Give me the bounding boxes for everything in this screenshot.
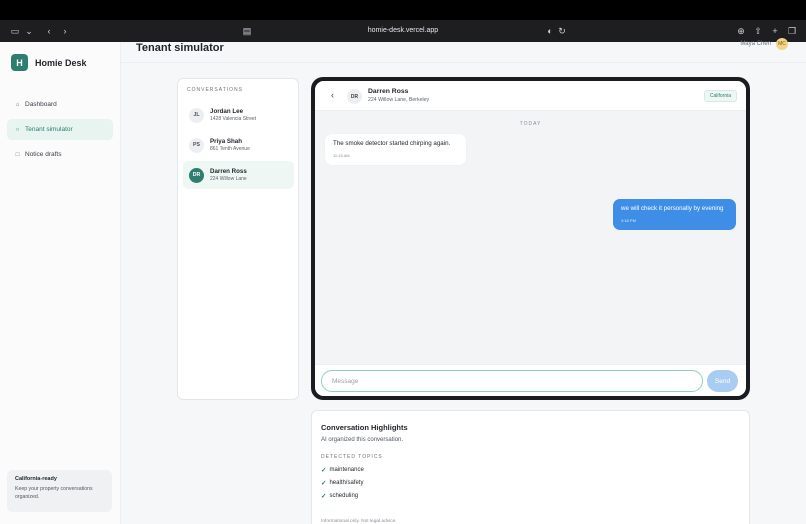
- status-badge: California: [703, 90, 737, 102]
- chat-header: ‹ DR Darren Ross 224 Willow Lane, Berkel…: [315, 81, 746, 111]
- promo-card: California-ready Keep your property conv…: [7, 470, 112, 512]
- header-divider: [121, 62, 806, 63]
- conversation-item-darren-ross[interactable]: DR Darren Ross 224 Willow Lane: [183, 161, 294, 189]
- new-tab-icon[interactable]: +: [768, 24, 782, 38]
- phone-frame: ‹ DR Darren Ross 224 Willow Lane, Berkel…: [311, 77, 750, 400]
- conversation-name: Jordan Lee: [210, 108, 244, 115]
- conversation-item-priya-shah[interactable]: PS Priya Shah 861 Tenth Avenue: [183, 131, 294, 159]
- avatar: DR: [189, 167, 204, 183]
- download-icon[interactable]: ⊕: [734, 24, 748, 38]
- check-icon: ✓: [321, 480, 327, 487]
- app-name: Homie Desk: [35, 57, 87, 68]
- message-text: The smoke detector started chirping agai…: [333, 140, 451, 147]
- reload-icon[interactable]: ↻: [555, 24, 569, 38]
- topic-item: ✓ scheduling: [321, 492, 358, 500]
- sidebar-item-tenant-simulator[interactable]: ○ Tenant simulator: [7, 119, 113, 140]
- conversation-name: Priya Shah: [210, 138, 242, 145]
- screen-top-bar: [0, 0, 806, 20]
- topic-label: health/safety: [329, 480, 364, 486]
- promo-title: California-ready: [15, 476, 57, 482]
- highlights-card: Conversation Highlights AI organized thi…: [311, 410, 750, 524]
- user-menu[interactable]: Maya Chen MC: [740, 38, 788, 50]
- topic-item: ✓ health/safety: [321, 479, 363, 487]
- topic-item: ✓ maintenance: [321, 466, 364, 474]
- conversation-name: Darren Ross: [210, 168, 247, 175]
- message-time: 3:18 PM: [621, 218, 636, 223]
- message-time: 11:15 AM: [333, 153, 350, 158]
- chevron-down-icon[interactable]: ⌄: [22, 24, 36, 38]
- address-bar[interactable]: homie-desk.vercel.app: [300, 25, 506, 37]
- check-icon: ✓: [321, 493, 327, 500]
- message-input[interactable]: [321, 370, 703, 392]
- app-logo: H: [11, 54, 28, 71]
- highlights-title: Conversation Highlights: [321, 423, 408, 432]
- home-icon: ⌂: [15, 101, 20, 108]
- send-button[interactable]: Send: [707, 370, 738, 392]
- back-chevron-icon[interactable]: ‹: [331, 90, 334, 100]
- contact-name: Darren Ross: [368, 88, 409, 95]
- check-icon: ✓: [321, 467, 327, 474]
- document-icon: □: [15, 151, 20, 158]
- back-arrow-icon[interactable]: ‹: [42, 24, 56, 38]
- phone-screen: ‹ DR Darren Ross 224 Willow Lane, Berkel…: [315, 81, 746, 396]
- disclaimer: Informational only. Not legal advice.: [321, 519, 397, 524]
- sidebar-item-label: Dashboard: [25, 101, 57, 108]
- sidebar-nav: ⌂ Dashboard ○ Tenant simulator □ Notice …: [7, 94, 113, 169]
- avatar: JL: [189, 107, 204, 123]
- conversation-address: 1428 Valencia Street: [210, 116, 257, 122]
- contact-address: 224 Willow Lane, Berkeley: [368, 97, 430, 103]
- page-menu-icon[interactable]: ▤: [240, 24, 254, 38]
- sidebar: H Homie Desk ⌂ Dashboard ○ Tenant simula…: [0, 42, 121, 524]
- topic-label: maintenance: [329, 467, 364, 473]
- share-icon[interactable]: ⇧: [751, 24, 765, 38]
- sidebar-item-dashboard[interactable]: ⌂ Dashboard: [7, 94, 113, 115]
- topics-heading: DETECTED TOPICS: [321, 454, 383, 460]
- user-name: Maya Chen: [740, 41, 771, 47]
- page-title: Tenant simulator: [136, 42, 224, 54]
- outgoing-message: we will check it personally by evening 3…: [613, 199, 736, 230]
- circle-icon: ○: [15, 126, 20, 133]
- avatar: DR: [347, 89, 362, 104]
- avatar: PS: [189, 137, 204, 153]
- sidebar-item-notice-drafts[interactable]: □ Notice drafts: [7, 144, 113, 165]
- sidebar-item-label: Notice drafts: [25, 151, 62, 158]
- chat-thread[interactable]: TODAY The smoke detector started chirpin…: [315, 111, 746, 364]
- conversation-address: 861 Tenth Avenue: [210, 146, 250, 152]
- forward-arrow-icon[interactable]: ›: [58, 24, 72, 38]
- browser-toolbar: ▭ ⌄ ‹ › ▤ homie-desk.vercel.app ◐ ↻ ⊕ ⇧ …: [0, 20, 806, 42]
- conversations-panel: CONVERSATIONS JL Jordan Lee 1428 Valenci…: [177, 78, 299, 400]
- day-separator: TODAY: [519, 121, 542, 127]
- avatar: MC: [776, 38, 788, 50]
- message-composer: Send: [315, 364, 746, 396]
- message-text: we will check it personally by evening: [621, 205, 724, 212]
- conversations-heading: CONVERSATIONS: [187, 87, 243, 93]
- topic-label: scheduling: [329, 493, 359, 499]
- highlights-subtitle: AI organized this conversation.: [321, 437, 404, 443]
- conversation-address: 224 Willow Lane: [210, 176, 247, 182]
- incoming-message: The smoke detector started chirping agai…: [325, 134, 466, 165]
- tabs-overview-icon[interactable]: ❐: [785, 24, 799, 38]
- brand[interactable]: H Homie Desk: [11, 54, 87, 71]
- sidebar-item-label: Tenant simulator: [25, 126, 73, 133]
- conversation-item-jordan-lee[interactable]: JL Jordan Lee 1428 Valencia Street: [183, 101, 294, 129]
- sidebar-toggle-icon[interactable]: ▭: [8, 24, 22, 38]
- promo-text: Keep your property conversations organiz…: [15, 486, 93, 501]
